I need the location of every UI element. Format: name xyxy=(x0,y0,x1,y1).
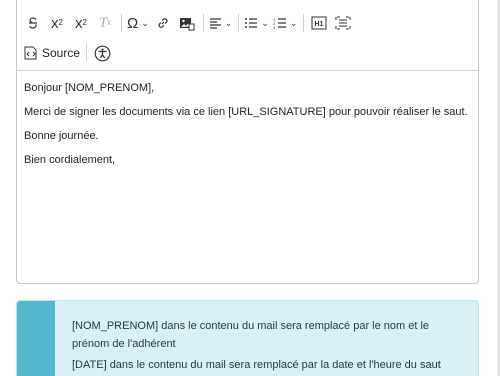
info-text: [NOM_PRENOM] dans le contenu du mail ser… xyxy=(72,317,458,376)
remove-format-icon[interactable]: Tx xyxy=(95,12,115,34)
svg-text:H1: H1 xyxy=(315,21,324,28)
bulleted-list-icon[interactable]: ⌄ xyxy=(244,12,269,34)
info-box: [NOM_PRENOM] dans le contenu du mail ser… xyxy=(16,300,479,376)
accessibility-icon[interactable] xyxy=(92,42,112,64)
toolbar-separator xyxy=(121,14,122,32)
signature-line: Bien cordialement, xyxy=(24,154,116,166)
body-line: Merci de signer les documents via ce lie… xyxy=(24,106,468,118)
special-chars-icon[interactable]: Ω ⌄ xyxy=(127,12,149,34)
editor-toolbar: x2 x2 Tx Ω ⌄ ⌄ ⌄ 1 2 3 ⌄ H1 Source xyxy=(17,0,478,71)
subscript-icon[interactable]: x2 xyxy=(47,12,67,34)
toolbar-separator xyxy=(86,44,88,62)
info-accent-bar xyxy=(17,301,55,376)
strikethrough-icon[interactable] xyxy=(23,12,43,34)
heading-icon[interactable]: H1 xyxy=(309,12,329,34)
toolbar-separator xyxy=(303,14,305,32)
toolbar-separator xyxy=(202,14,204,32)
closing-line: Bonne journée. xyxy=(24,130,99,142)
numbered-list-icon[interactable]: 1 2 3 ⌄ xyxy=(273,12,298,34)
rich-text-editor[interactable]: x2 x2 Tx Ω ⌄ ⌄ ⌄ 1 2 3 ⌄ H1 Source Bonjo… xyxy=(16,0,479,284)
link-icon[interactable] xyxy=(153,12,173,34)
source-button[interactable]: Source xyxy=(23,42,80,64)
toolbar-separator xyxy=(238,14,240,32)
image-icon[interactable] xyxy=(177,12,197,34)
svg-text:3: 3 xyxy=(273,25,276,29)
editor-content[interactable]: Bonjour [NOM_PRENOM], Merci de signer le… xyxy=(17,71,478,167)
greeting-line: Bonjour [NOM_PRENOM], xyxy=(24,82,155,94)
show-blocks-icon[interactable] xyxy=(333,12,353,34)
superscript-icon[interactable]: x2 xyxy=(71,12,91,34)
source-label: Source xyxy=(42,46,81,60)
info-line-nom-prenom: [NOM_PRENOM] dans le contenu du mail ser… xyxy=(72,320,430,350)
align-icon[interactable]: ⌄ xyxy=(209,12,232,34)
info-line-date: [DATE] dans le contenu du mail sera remp… xyxy=(72,359,441,371)
